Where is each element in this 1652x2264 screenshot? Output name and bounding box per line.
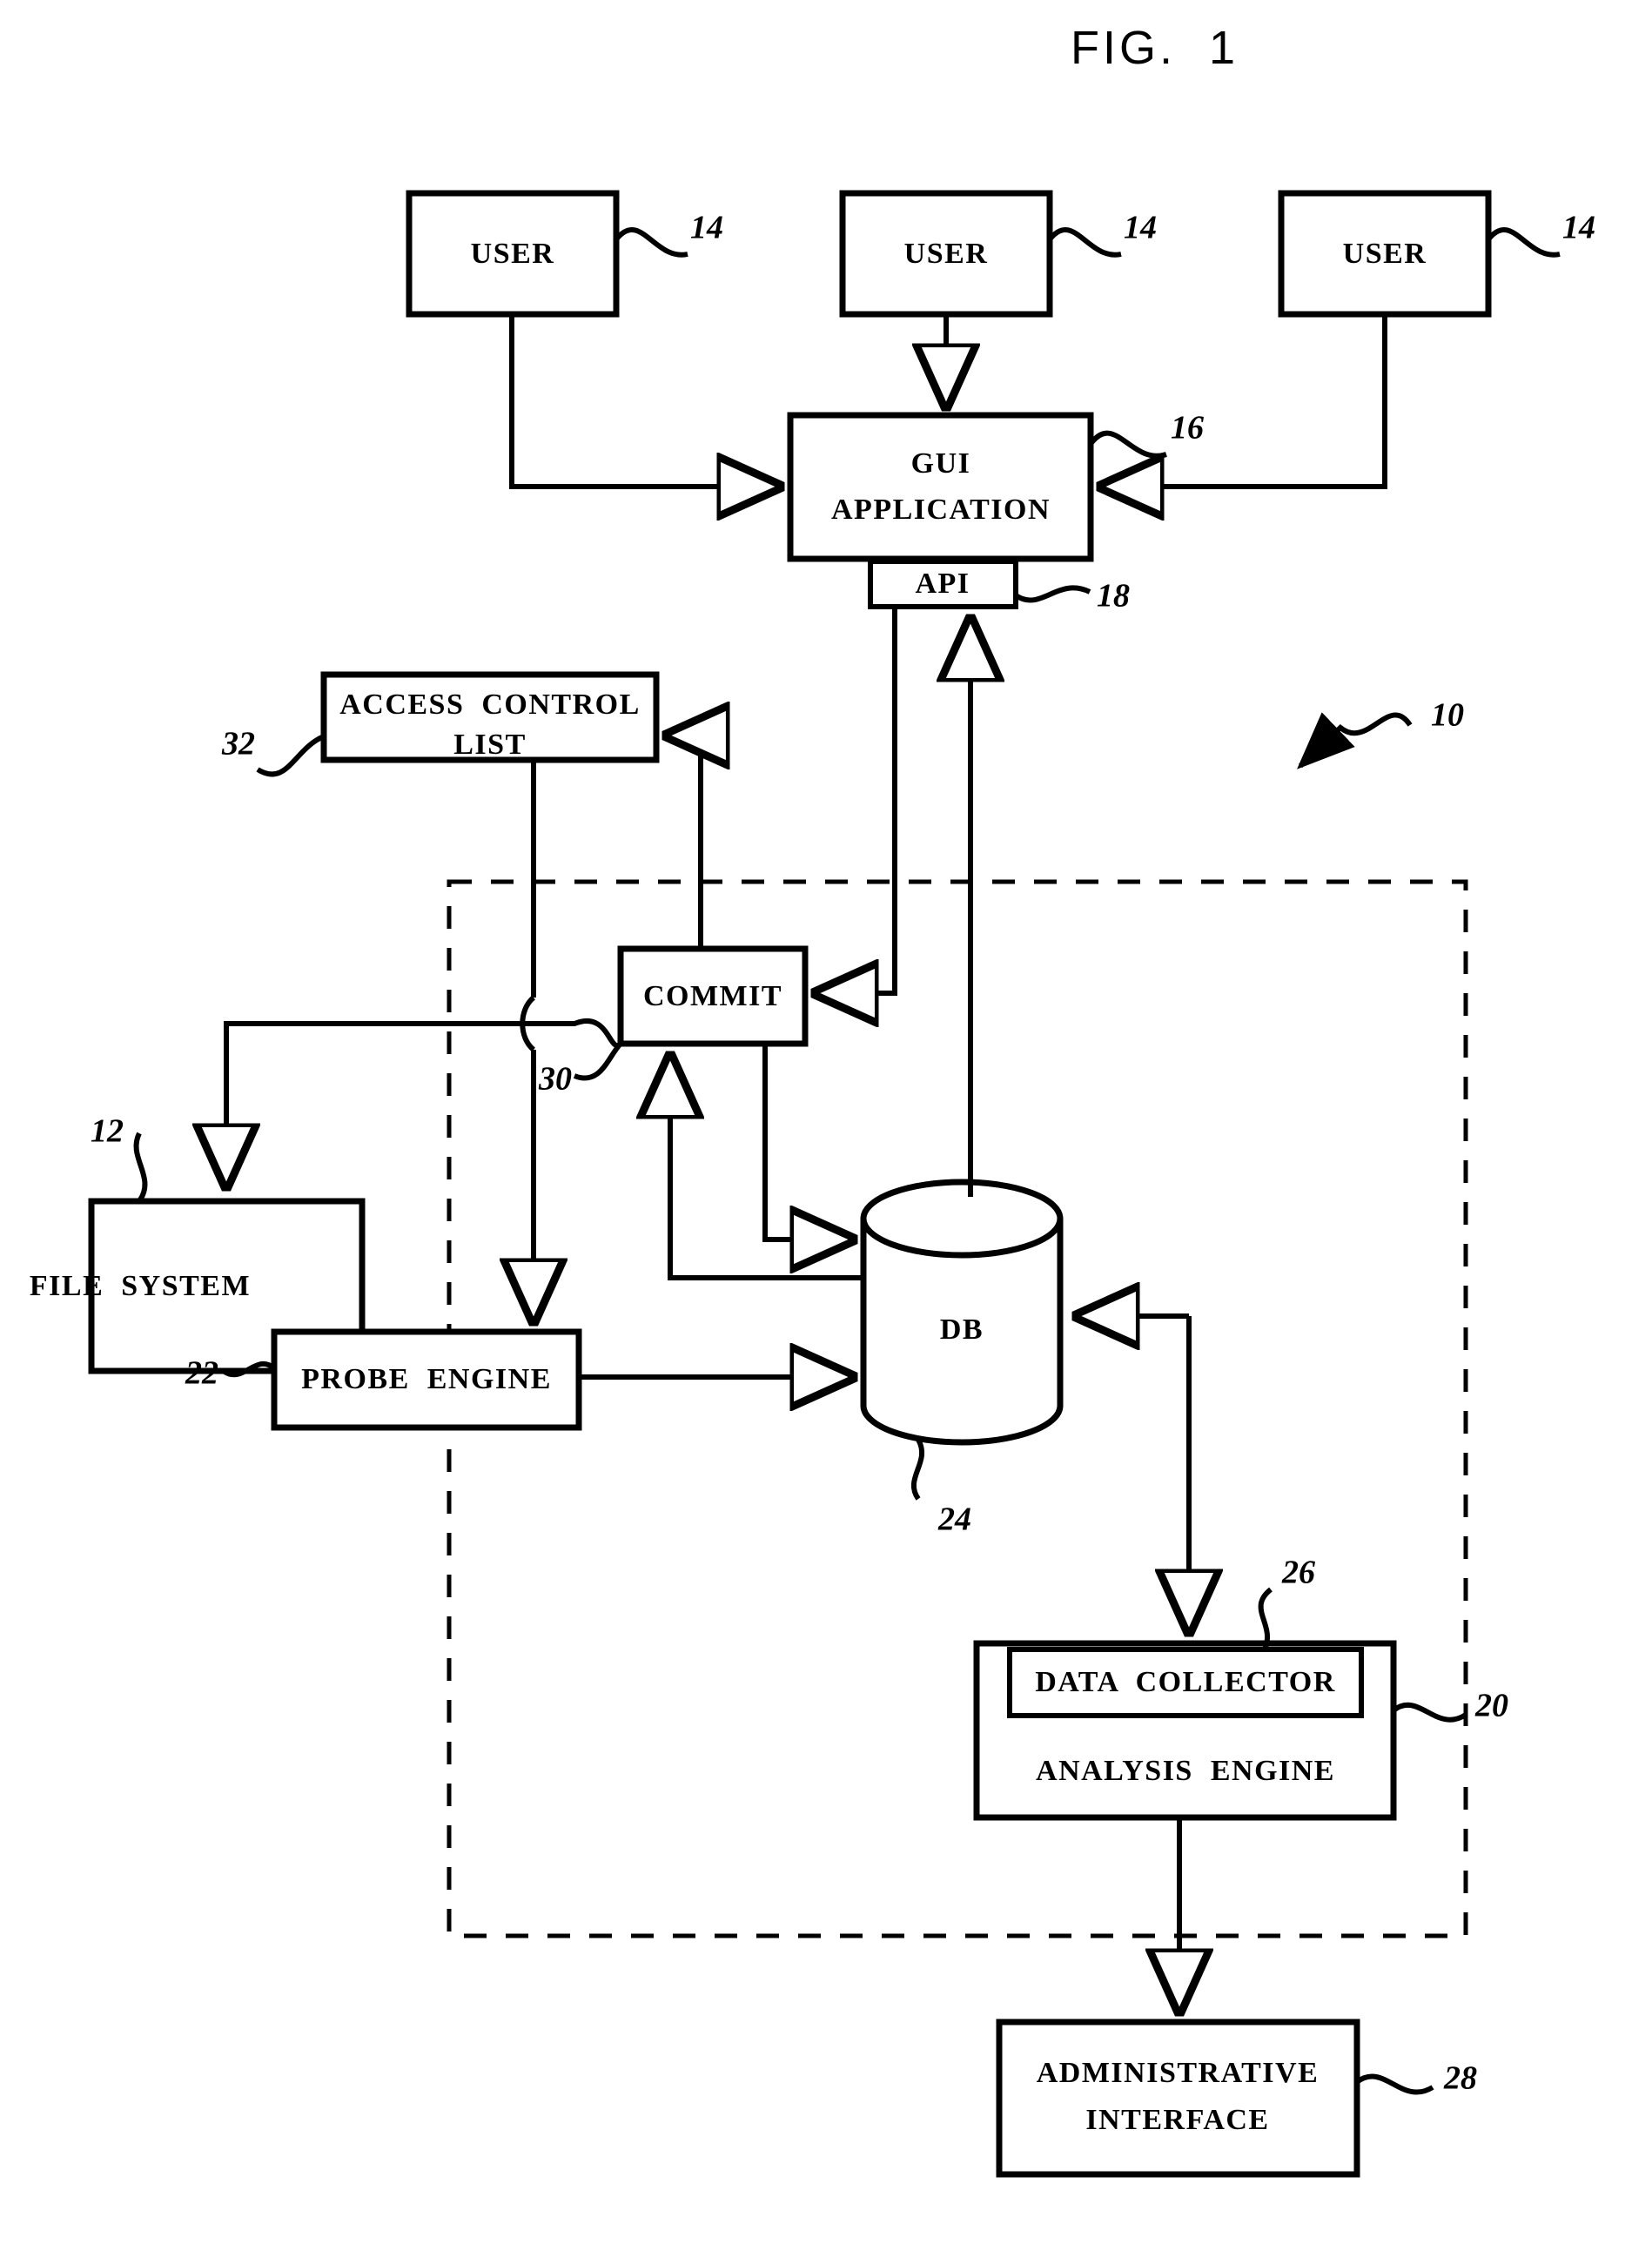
connector-commit-to-db [762,1044,852,1239]
leader-db-24 [910,1438,925,1501]
database-label: DB [939,1313,984,1346]
ref-database-24: 24 [938,1501,971,1538]
database-cylinder [860,1179,1064,1446]
user-left-label: USER [470,237,555,270]
file-system-label: FILE SYSTEM [29,1269,252,1302]
ref-data-collector-26: 26 [1282,1554,1315,1591]
api-label: API [915,567,970,600]
ref-probe-engine-22: 22 [185,1354,218,1392]
figure-title: FIG. 1 [1071,22,1239,74]
connector-user-right-to-gui [1102,314,1387,487]
administrative-interface-label-line2: INTERFACE [1085,2103,1270,2136]
leader-gui-16 [1088,430,1167,459]
leader-api-18 [1014,585,1091,603]
diagram-canvas [88,190,1561,2178]
ref-system-boundary-10: 10 [1431,696,1464,734]
leader-commit-30 [573,1041,623,1081]
ref-administrative-interface-28: 28 [1444,2059,1477,2097]
commit-label: COMMIT [642,979,783,1012]
user-right-label: USER [1342,237,1427,270]
ref-access-control-list-32: 32 [222,725,255,763]
ref-gui-application-16: 16 [1171,409,1204,447]
data-collector-label: DATA COLLECTOR [1035,1665,1336,1698]
ref-analysis-engine-20: 20 [1475,1687,1508,1724]
gui-application-box [787,412,1094,562]
leader-system-boundary-10 [1297,712,1413,769]
leader-user-left-14 [614,226,688,258]
probe-engine-label: PROBE ENGINE [301,1362,552,1395]
ref-user-left-14: 14 [690,209,723,246]
leader-analysis-engine-20 [1392,1702,1467,1723]
analysis-engine-label: ANALYSIS ENGINE [1036,1754,1335,1787]
ref-api-18: 18 [1097,577,1130,615]
access-control-list-label-line1: ACCESS CONTROL [339,688,641,721]
connector-commit-to-acl [668,736,701,949]
connector-api-to-commit [816,607,897,993]
gui-application-label-line2: APPLICATION [831,493,1051,526]
patent-figure: FIG. 1 USER USER USER 14 14 14 GUI APPLI… [0,0,1652,2264]
gui-application-label-line1: GUI [910,447,971,480]
administrative-interface-label-line1: ADMINISTRATIVE [1036,2056,1320,2089]
ref-user-center-14: 14 [1124,209,1157,246]
leader-acl-32 [256,734,326,777]
leader-user-center-14 [1047,226,1122,258]
ref-user-right-14: 14 [1562,209,1595,246]
leader-user-right-14 [1486,226,1561,258]
user-center-label: USER [903,237,989,270]
connector-commit-to-file-system [226,1018,623,1186]
ref-file-system-12: 12 [91,1112,124,1150]
access-control-list-label-line2: LIST [453,728,527,761]
connector-user-left-to-gui [509,314,779,487]
leader-file-system-12 [133,1132,148,1203]
leader-admin-interface-28 [1355,2073,1434,2095]
administrative-interface-box [996,2019,1360,2178]
ref-commit-30: 30 [539,1060,572,1098]
